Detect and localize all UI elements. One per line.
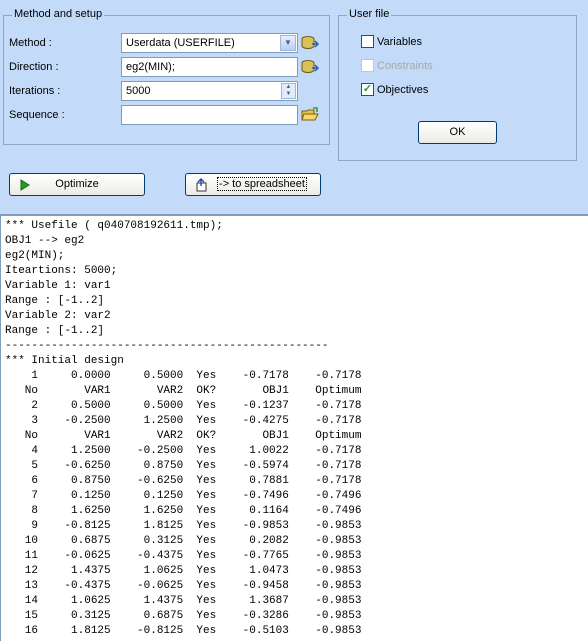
user-file-title: User file (347, 8, 392, 20)
optimize-button[interactable]: Optimize (9, 173, 145, 196)
constraints-label: Constraints (377, 60, 433, 72)
play-icon (20, 179, 30, 191)
iterations-value: 5000 (126, 85, 151, 97)
output-log-text: *** Usefile ( q040708192611.tmp); OBJ1 --… (1, 216, 588, 639)
output-line: *** Usefile ( q040708192611.tmp); (5, 220, 223, 232)
to-spreadsheet-button[interactable]: -> to spreadsheet (185, 173, 321, 196)
output-line: 15 0.3125 0.6875 Yes -0.3286 -0.9853 (5, 610, 362, 622)
direction-input-value: eg2(MIN); (126, 61, 175, 73)
output-line: *** Initial design (5, 355, 124, 367)
variables-checkbox[interactable] (361, 35, 374, 48)
method-label: Method : (9, 37, 52, 49)
output-line: 11 -0.0625 -0.4375 Yes -0.7765 -0.9853 (5, 550, 362, 562)
chevron-up-icon[interactable]: ▲ (282, 84, 295, 91)
method-select[interactable]: Userdata (USERFILE) ▼ (121, 33, 298, 53)
output-line: 2 0.5000 0.5000 Yes -0.1237 -0.7178 (5, 400, 362, 412)
output-line: No VAR1 VAR2 OK? OBJ1 Optimum (5, 430, 362, 442)
output-line: Range : [-1..2] (5, 295, 105, 307)
method-setup-title: Method and setup (12, 8, 105, 20)
iterations-stepper[interactable]: 5000 ▲ ▼ (121, 81, 298, 101)
output-line: ----------------------------------------… (5, 340, 329, 352)
database-icon[interactable] (301, 35, 319, 51)
method-select-value: Userdata (USERFILE) (126, 37, 235, 49)
output-line: 6 0.8750 -0.6250 Yes 0.7881 -0.7178 (5, 475, 362, 487)
output-line: 5 -0.6250 0.8750 Yes -0.5974 -0.7178 (5, 460, 362, 472)
output-line: No VAR1 VAR2 OK? OBJ1 Optimum (5, 385, 362, 397)
constraints-checkbox (361, 59, 374, 72)
output-line: Iteartions: 5000; (5, 265, 118, 277)
output-line: 13 -0.4375 -0.0625 Yes -0.9458 -0.9853 (5, 580, 362, 592)
variables-label: Variables (377, 36, 423, 48)
database-icon[interactable] (301, 59, 319, 75)
output-line: Range : [-1..2] (5, 325, 105, 337)
output-line: 9 -0.8125 1.8125 Yes -0.9853 -0.9853 (5, 520, 362, 532)
output-line: OBJ1 --> eg2 (5, 235, 85, 247)
output-line: 12 1.4375 1.0625 Yes 1.0473 -0.9853 (5, 565, 362, 577)
output-line: 8 1.6250 1.6250 Yes 0.1164 -0.7496 (5, 505, 362, 517)
output-line: 7 0.1250 0.1250 Yes -0.7496 -0.7496 (5, 490, 362, 502)
chevron-down-icon[interactable]: ▼ (282, 91, 295, 98)
output-line: 16 1.8125 -0.8125 Yes -0.5103 -0.9853 (5, 625, 362, 637)
output-line: 14 1.0625 1.4375 Yes 1.3687 -0.9853 (5, 595, 362, 607)
to-spreadsheet-label: -> to spreadsheet (217, 177, 307, 191)
ok-button-label: OK (449, 126, 466, 138)
sequence-input[interactable] (121, 105, 298, 125)
iterations-label: Iterations : (9, 85, 61, 97)
export-icon (196, 178, 207, 192)
objectives-checkbox[interactable]: ✓ (361, 83, 374, 96)
output-line: eg2(MIN); (5, 250, 65, 262)
direction-input[interactable]: eg2(MIN); (121, 57, 298, 77)
direction-label: Direction : (9, 61, 59, 73)
sequence-label: Sequence : (9, 109, 65, 121)
output-line: 1 0.0000 0.5000 Yes -0.7178 -0.7178 (5, 370, 362, 382)
chevron-down-icon[interactable]: ▼ (280, 35, 296, 51)
open-folder-icon[interactable] (301, 107, 319, 123)
output-line: 4 1.2500 -0.2500 Yes 1.0022 -0.7178 (5, 445, 362, 457)
objectives-label: Objectives (377, 84, 429, 96)
output-log[interactable]: *** Usefile ( q040708192611.tmp); OBJ1 --… (0, 214, 588, 641)
output-line: 10 0.6875 0.3125 Yes 0.2082 -0.9853 (5, 535, 362, 547)
spin-buttons[interactable]: ▲ ▼ (281, 83, 296, 99)
output-line: 3 -0.2500 1.2500 Yes -0.4275 -0.7178 (5, 415, 362, 427)
output-line: Variable 1: var1 (5, 280, 111, 292)
ok-button[interactable]: OK (418, 121, 497, 144)
output-line: Variable 2: var2 (5, 310, 111, 322)
optimize-button-label: Optimize (55, 178, 99, 190)
